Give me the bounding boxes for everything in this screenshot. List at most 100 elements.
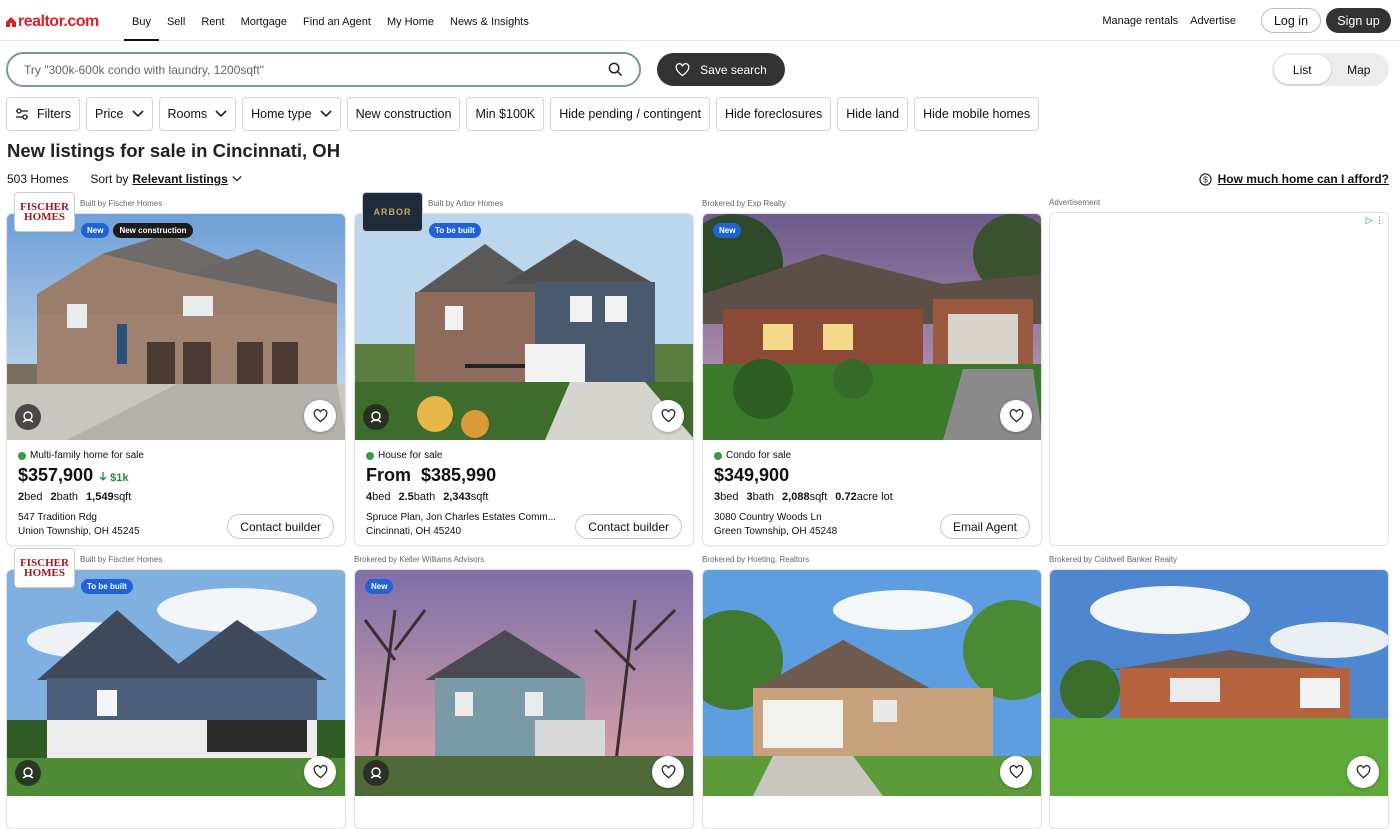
nav-rent[interactable]: Rent: [193, 0, 232, 41]
logo-text: realtor.com: [18, 13, 99, 30]
status-dot-icon: [18, 451, 26, 460]
nav-find-agent[interactable]: Find an Agent: [295, 0, 379, 41]
beds: 4bed: [366, 491, 391, 503]
home-type-label: Home type: [251, 107, 312, 121]
broker-label: Built by Fischer Homes: [80, 555, 163, 564]
new-badge: New: [81, 223, 110, 238]
listing-photo[interactable]: [7, 214, 345, 440]
filters-button[interactable]: Filters: [6, 97, 81, 131]
sort-dropdown[interactable]: Relevant listings: [132, 172, 227, 186]
chevron-down-icon: [319, 110, 332, 118]
listing-address[interactable]: 547 Tradition Rdg Union Township, OH 4524…: [18, 511, 218, 539]
new-construction-chip[interactable]: New construction: [346, 97, 461, 131]
listing-address[interactable]: 3080 Country Woods Ln Green Township, OH …: [714, 511, 914, 539]
contact-builder-button[interactable]: Contact builder: [227, 514, 334, 539]
nav-news[interactable]: News & Insights: [442, 0, 537, 41]
price-drop: $1k: [99, 472, 129, 484]
address-line2: Union Township, OH 45245: [18, 526, 140, 537]
save-search-label: Save search: [700, 62, 767, 77]
nav-mortgage[interactable]: Mortgage: [233, 0, 295, 41]
price-dropdown[interactable]: Price: [86, 97, 153, 131]
status-dot-icon: [366, 451, 374, 460]
search-icon[interactable]: [608, 62, 623, 77]
listing-photo[interactable]: [703, 214, 1041, 440]
broker-label: Brokered by Coldwell Banker Realty: [1049, 555, 1178, 564]
login-button[interactable]: Log in: [1261, 8, 1321, 33]
status-text: House for sale: [378, 450, 443, 461]
address-line1: Spruce Plan, Jon Charles Estates Comm...: [366, 512, 557, 523]
price-value: $349,900: [714, 465, 790, 485]
email-agent-button[interactable]: Email Agent: [939, 514, 1030, 539]
address-line1: 547 Tradition Rdg: [18, 512, 97, 523]
save-search-button[interactable]: Save search: [657, 53, 785, 86]
ad-label: Advertisement: [1049, 198, 1101, 207]
nav-sell[interactable]: Sell: [159, 0, 193, 41]
baths: 3bath: [746, 491, 775, 503]
nav-my-home[interactable]: My Home: [379, 0, 442, 41]
baths: 2bath: [50, 491, 79, 503]
affordability-text: How much home can I afford?: [1217, 172, 1389, 186]
chevron-down-icon[interactable]: [232, 175, 242, 183]
status-text: Condo for sale: [726, 450, 792, 461]
rooms-dropdown[interactable]: Rooms: [158, 97, 237, 131]
status-dot-icon: [714, 451, 722, 460]
listing-price: $357,900 $1k: [18, 465, 129, 486]
to-be-built-badge: To be built: [81, 579, 133, 594]
filters-label: Filters: [37, 107, 72, 121]
list-view-button[interactable]: List: [1274, 55, 1331, 84]
address-line1: 3080 Country Woods Ln: [714, 512, 822, 523]
address-line2: Cincinnati, OH 45240: [366, 526, 462, 537]
listing-price: $349,900: [714, 465, 789, 486]
contact-builder-button[interactable]: Contact builder: [575, 514, 682, 539]
listing-status: Multi-family home for sale: [18, 450, 144, 461]
listing-badges: New: [365, 579, 394, 594]
listing-photo[interactable]: [355, 570, 693, 796]
favorite-heart-icon[interactable]: [652, 400, 684, 432]
home-type-dropdown[interactable]: Home type: [242, 97, 341, 131]
signup-button[interactable]: Sign up: [1326, 8, 1391, 33]
sort-label: Sort by: [90, 172, 129, 186]
listing-photo[interactable]: [1050, 570, 1388, 796]
virtual-tour-icon[interactable]: [15, 760, 41, 786]
realtor-logo[interactable]: realtor.com: [5, 13, 99, 31]
search-input[interactable]: Try "300k-600k condo with laundry, 1200s…: [6, 52, 641, 87]
map-view-button[interactable]: Map: [1331, 55, 1388, 84]
virtual-tour-icon[interactable]: [15, 404, 41, 430]
listing-photo[interactable]: [703, 570, 1041, 796]
listing-photo[interactable]: [355, 214, 693, 440]
sqft: 2,088sqft: [782, 491, 828, 503]
price-drop-value: $1k: [110, 472, 129, 484]
broker-label: Built by Arbor Homes: [428, 199, 504, 208]
hide-pending-chip[interactable]: Hide pending / contingent: [550, 97, 710, 131]
virtual-tour-icon[interactable]: [363, 404, 389, 430]
sqft: 1,549sqft: [86, 491, 132, 503]
favorite-heart-icon[interactable]: [1347, 756, 1379, 788]
adchoices-icon[interactable]: ▷ ⋮: [1366, 215, 1384, 226]
hide-mobile-homes-chip[interactable]: Hide mobile homes: [914, 97, 1040, 131]
listing-address[interactable]: Spruce Plan, Jon Charles Estates Comm...…: [366, 511, 566, 539]
listing-specs: 3bed 3bath 2,088sqft 0.72acre lot: [714, 491, 893, 503]
advertise-link[interactable]: Advertise: [1190, 15, 1236, 27]
favorite-heart-icon[interactable]: [652, 756, 684, 788]
listing-photo[interactable]: [7, 570, 345, 796]
min-price-chip[interactable]: Min $100K: [466, 97, 545, 131]
manage-rentals-link[interactable]: Manage rentals: [1102, 15, 1178, 27]
favorite-heart-icon[interactable]: [304, 756, 336, 788]
favorite-heart-icon[interactable]: [1000, 400, 1032, 432]
virtual-tour-icon[interactable]: [363, 760, 389, 786]
affordability-link[interactable]: $ How much home can I afford?: [1198, 172, 1389, 186]
hide-land-chip[interactable]: Hide land: [837, 97, 909, 131]
price-value: From $385,990: [366, 465, 497, 485]
builder-logo: FISCHER HOMES: [14, 192, 75, 232]
favorite-heart-icon[interactable]: [1000, 756, 1032, 788]
chevron-down-icon: [131, 110, 144, 118]
listing-status: Condo for sale: [714, 450, 791, 461]
beds: 2bed: [18, 491, 43, 503]
hide-foreclosures-chip[interactable]: Hide foreclosures: [715, 97, 832, 131]
favorite-heart-icon[interactable]: [304, 400, 336, 432]
broker-label: Brokered by Exp Realty: [702, 199, 787, 208]
ad-slot[interactable]: ▷ ⋮: [1049, 212, 1389, 546]
nav-buy[interactable]: Buy: [124, 0, 159, 41]
advertisement: Advertisement ▷ ⋮: [1049, 198, 1389, 546]
view-toggle: List Map: [1272, 53, 1389, 86]
